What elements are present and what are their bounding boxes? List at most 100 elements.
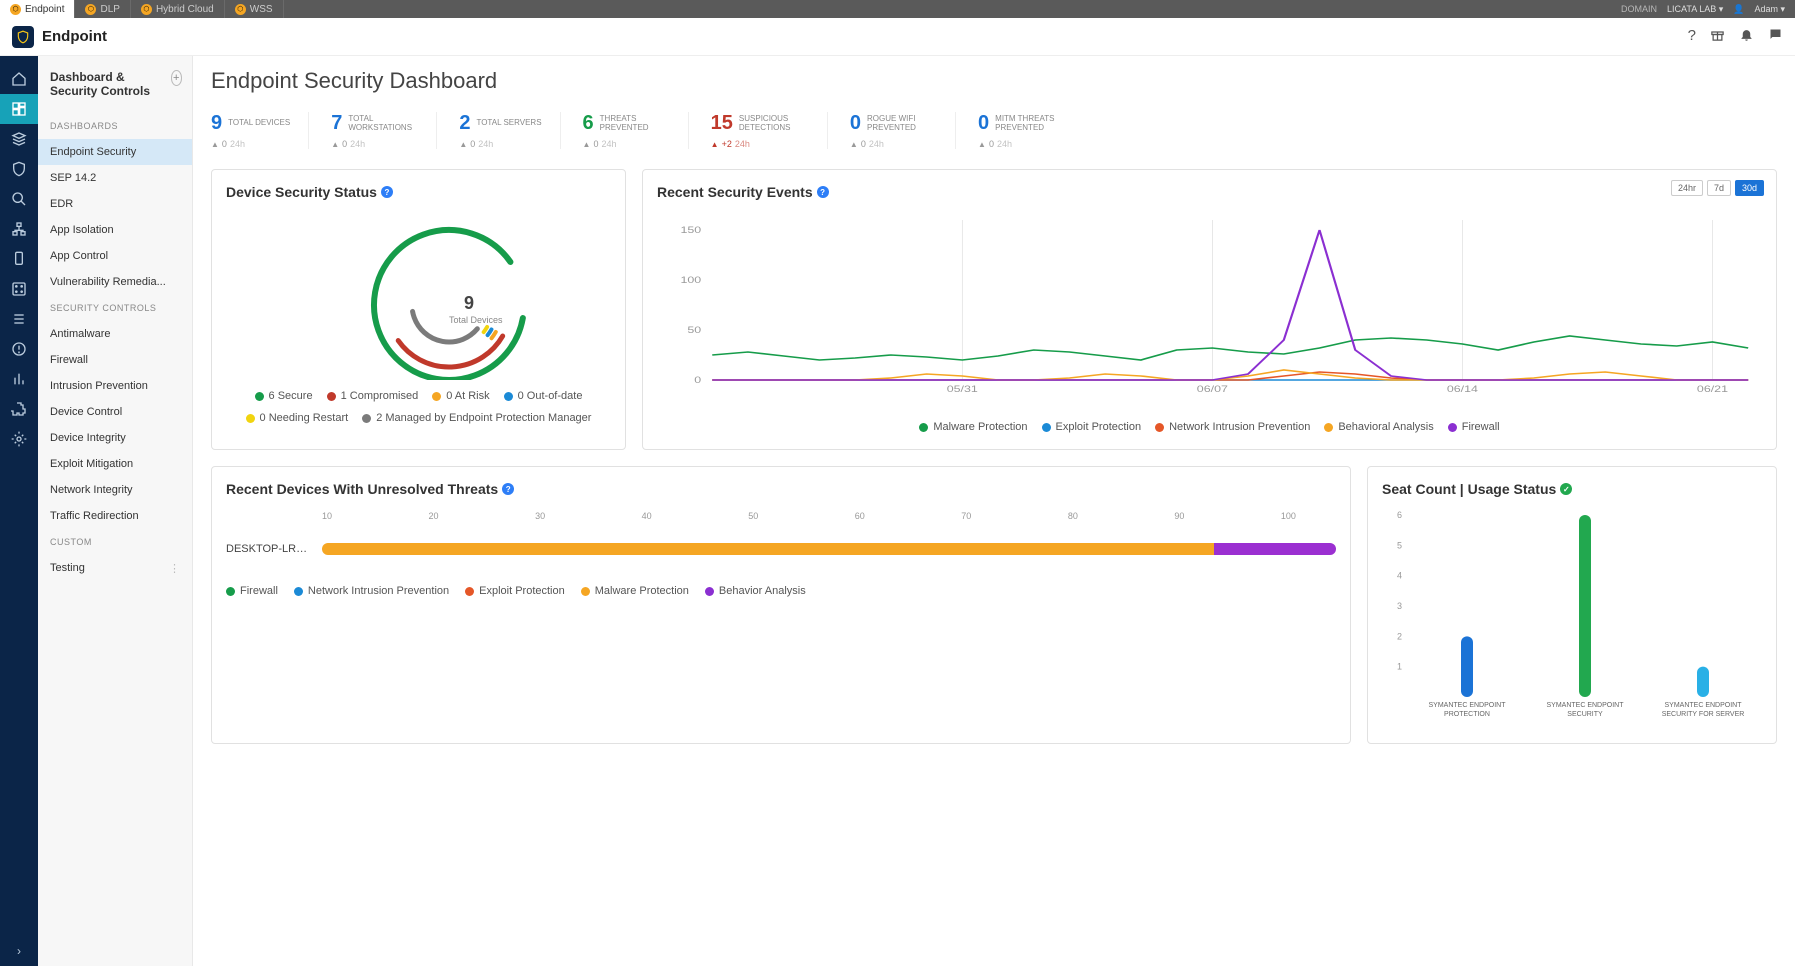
check-icon: ✓ — [1560, 483, 1572, 495]
nav-item[interactable]: Intrusion Prevention — [38, 373, 192, 399]
axis-tick: 100 — [1281, 511, 1296, 521]
nav-item[interactable]: Device Control — [38, 399, 192, 425]
legend-item[interactable]: Malware Protection — [581, 585, 689, 597]
svg-text:06/21: 06/21 — [1697, 385, 1728, 395]
legend-item[interactable]: 0 Out-of-date — [504, 390, 583, 402]
info-icon[interactable]: ? — [381, 186, 393, 198]
info-icon[interactable]: ? — [502, 483, 514, 495]
kpi[interactable]: 7TOTAL WORKSTATIONS▲ 0 24h — [331, 112, 437, 149]
kpi[interactable]: 6THREATS PREVENTED▲ 0 24h — [583, 112, 689, 149]
range-button[interactable]: 30d — [1735, 180, 1764, 196]
svg-text:5: 5 — [1397, 540, 1402, 550]
product-tab[interactable]: ⬡Endpoint — [0, 0, 75, 18]
legend-item[interactable]: Firewall — [226, 585, 278, 597]
product-tab[interactable]: ⬡Hybrid Cloud — [131, 0, 225, 18]
kpi[interactable]: 15SUSPICIOUS DETECTIONS▲ +2 24h — [711, 112, 828, 149]
legend-item[interactable]: Exploit Protection — [465, 585, 565, 597]
rail-home-icon[interactable] — [0, 64, 38, 94]
nav-item[interactable]: Vulnerability Remedia... — [38, 269, 192, 295]
nav-item[interactable]: Network Integrity — [38, 477, 192, 503]
feedback-icon[interactable] — [1768, 27, 1783, 46]
kpi[interactable]: 9TOTAL DEVICES▲ 0 24h — [211, 112, 309, 149]
gift-icon[interactable] — [1710, 27, 1725, 46]
rail-settings-icon[interactable] — [0, 424, 38, 454]
nav-item[interactable]: App Control — [38, 243, 192, 269]
nav-item[interactable]: SEP 14.2 — [38, 165, 192, 191]
axis-tick: 80 — [1068, 511, 1078, 521]
axis-tick: 40 — [642, 511, 652, 521]
nav-item[interactable]: Antimalware — [38, 321, 192, 347]
rail-reports-icon[interactable] — [0, 364, 38, 394]
rail-sync-icon[interactable] — [0, 244, 38, 274]
kpi[interactable]: 0ROGUE WIFI PREVENTED▲ 0 24h — [850, 112, 956, 149]
rail-plugin-icon[interactable] — [0, 394, 38, 424]
user-dropdown[interactable]: Adam ▾ — [1754, 4, 1785, 15]
legend-item[interactable]: Malware Protection — [919, 421, 1027, 433]
legend-item[interactable]: Exploit Protection — [1042, 421, 1142, 433]
legend-item[interactable]: 0 At Risk — [432, 390, 489, 402]
svg-text:4: 4 — [1397, 571, 1402, 581]
kpi[interactable]: 2TOTAL SERVERS▲ 0 24h — [459, 112, 560, 149]
kpi-label: TOTAL DEVICES — [228, 119, 290, 128]
info-icon[interactable]: ? — [817, 186, 829, 198]
nav-item[interactable]: App Isolation — [38, 217, 192, 243]
legend-item[interactable]: 1 Compromised — [327, 390, 419, 402]
nav-item[interactable]: Exploit Mitigation — [38, 451, 192, 477]
rail-alerts-icon[interactable] — [0, 334, 38, 364]
legend-item[interactable]: 2 Managed by Endpoint Protection Manager — [362, 412, 591, 424]
help-icon[interactable]: ? — [1688, 27, 1696, 46]
rail-policy-icon[interactable] — [0, 154, 38, 184]
svg-text:06/14: 06/14 — [1447, 385, 1478, 395]
add-dashboard-button[interactable]: + — [171, 70, 182, 86]
sub-navigation: Dashboard & Security Controls + DASHBOAR… — [38, 56, 193, 966]
nav-item[interactable]: Device Integrity — [38, 425, 192, 451]
seat-count-chart[interactable]: 123456SYMANTEC ENDPOINTPROTECTIONSYMANTE… — [1382, 507, 1762, 727]
kpi-value: 2 — [459, 112, 470, 135]
rail-expand-icon[interactable]: › — [0, 936, 38, 966]
rail-hierarchy-icon[interactable] — [0, 214, 38, 244]
tab-icon: ⬡ — [141, 4, 152, 15]
bell-icon[interactable] — [1739, 27, 1754, 46]
legend-item[interactable]: Network Intrusion Prevention — [294, 585, 449, 597]
svg-text:2: 2 — [1397, 631, 1402, 641]
rail-devices-icon[interactable] — [0, 124, 38, 154]
kpi-delta: ▲ 0 24h — [978, 139, 1065, 149]
svg-text:9: 9 — [464, 293, 474, 313]
nav-item[interactable]: Testing⋮ — [38, 555, 192, 582]
kpi-delta: ▲ 0 24h — [459, 139, 541, 149]
legend-item[interactable]: Behavioral Analysis — [1324, 421, 1433, 433]
domain-dropdown[interactable]: LICATA LAB ▾ — [1667, 4, 1723, 15]
kpi-delta: ▲ 0 24h — [211, 139, 290, 149]
rail-search-icon[interactable] — [0, 184, 38, 214]
recent-events-card: Recent Security Events ? 24hr7d30d 05010… — [642, 169, 1777, 450]
app-title: Endpoint — [42, 28, 107, 45]
rail-list-icon[interactable] — [0, 304, 38, 334]
rail-dashboard-icon[interactable] — [0, 94, 38, 124]
legend-item[interactable]: 0 Needing Restart — [246, 412, 349, 424]
range-button[interactable]: 24hr — [1671, 180, 1703, 196]
legend-item[interactable]: Firewall — [1448, 421, 1500, 433]
product-tabs: ⬡Endpoint⬡DLP⬡Hybrid Cloud⬡WSSDOMAINLICA… — [0, 0, 1795, 18]
legend-item[interactable]: Network Intrusion Prevention — [1155, 421, 1310, 433]
nav-item[interactable]: EDR — [38, 191, 192, 217]
card-title: Device Security Status — [226, 184, 377, 200]
product-tab[interactable]: ⬡DLP — [75, 0, 130, 18]
legend-item[interactable]: Behavior Analysis — [705, 585, 806, 597]
nav-item[interactable]: Firewall — [38, 347, 192, 373]
axis-tick: 50 — [748, 511, 758, 521]
kpi-delta: ▲ +2 24h — [711, 139, 809, 149]
nav-item[interactable]: Endpoint Security — [38, 139, 192, 165]
range-button[interactable]: 7d — [1707, 180, 1731, 196]
nav-item[interactable]: Traffic Redirection — [38, 503, 192, 529]
kpi[interactable]: 0MITM THREATS PREVENTED▲ 0 24h — [978, 112, 1083, 149]
device-label: DESKTOP-LRAT... — [226, 543, 312, 555]
threat-bar-row[interactable]: DESKTOP-LRAT... — [226, 543, 1336, 555]
product-tab[interactable]: ⬡WSS — [225, 0, 284, 18]
rail-apps-icon[interactable] — [0, 274, 38, 304]
legend-item[interactable]: 6 Secure — [255, 390, 313, 402]
axis-tick: 20 — [429, 511, 439, 521]
svg-text:Total Devices: Total Devices — [449, 315, 503, 325]
more-icon[interactable]: ⋮ — [169, 562, 180, 575]
device-status-donut[interactable]: 9 Total Devices — [289, 210, 549, 380]
recent-events-chart[interactable]: 05010015005/3106/0706/1406/21 — [657, 210, 1762, 410]
